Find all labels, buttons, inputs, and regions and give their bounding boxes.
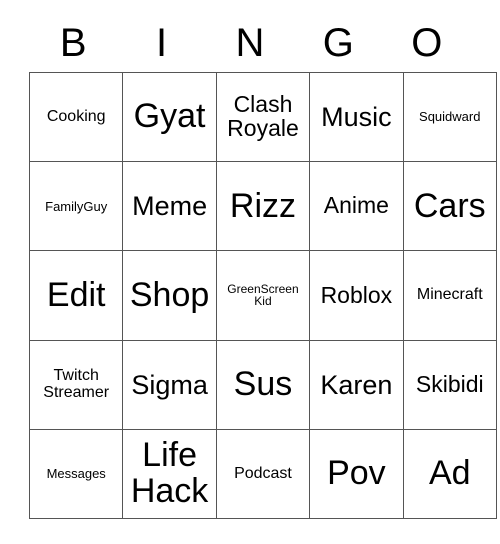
bingo-cell-label: Sus <box>233 364 293 403</box>
bingo-cell-label: Life Hack <box>130 436 209 510</box>
bingo-cell[interactable]: Messages <box>28 428 124 519</box>
bingo-cell-label: Cars <box>413 186 486 225</box>
bingo-cell-label: Messages <box>46 466 106 482</box>
bingo-cell[interactable]: Music <box>309 71 404 163</box>
bingo-cell-label: Music <box>321 102 392 133</box>
bingo-cell[interactable]: GreenScreen Kid <box>215 250 311 341</box>
bingo-cell[interactable]: Twitch Streamer <box>28 339 124 430</box>
bingo-cell-label: Ad <box>428 454 471 493</box>
bingo-cell-label: Karen <box>320 369 393 400</box>
bingo-cell[interactable]: Karen <box>309 339 404 430</box>
bingo-row: Edit Shop GreenScreen Kid Roblox Minecra… <box>28 250 497 341</box>
bingo-cell[interactable]: Sigma <box>122 339 217 430</box>
bingo-cell-label: Minecraft <box>416 286 483 304</box>
bingo-cell[interactable]: Edit <box>28 250 124 341</box>
bingo-cell[interactable]: Minecraft <box>402 250 497 341</box>
bingo-header-letter-b: B <box>59 21 87 65</box>
bingo-cell[interactable]: FamilyGuy <box>28 161 124 252</box>
bingo-header-letter-n: N <box>235 21 265 65</box>
bingo-cell-label: Anime <box>323 192 389 219</box>
bingo-cell-label: Pov <box>327 454 386 493</box>
bingo-header: B I N G O <box>29 14 471 72</box>
bingo-cell[interactable]: Gyat <box>122 71 217 163</box>
bingo-cell[interactable]: Cooking <box>28 71 124 163</box>
bingo-cell[interactable]: Sus <box>215 339 311 430</box>
bingo-cell-label: Cooking <box>46 107 106 125</box>
bingo-cell-label: Edit <box>46 275 106 314</box>
bingo-cell-label: Roblox <box>320 281 393 308</box>
bingo-cell[interactable]: Rizz <box>215 161 311 252</box>
bingo-cell-label: Clash Royale <box>227 91 299 142</box>
bingo-card: B I N G O Cooking Gyat Clash Royale Musi… <box>28 14 497 519</box>
bingo-cell-label: Meme <box>132 191 208 222</box>
bingo-cell-label: Twitch Streamer <box>43 367 110 401</box>
bingo-cell[interactable]: Squidward <box>402 71 497 163</box>
bingo-cell-label: Shop <box>129 275 210 314</box>
bingo-grid: Cooking Gyat Clash Royale Music Squidwar… <box>28 71 497 519</box>
bingo-cell[interactable]: Meme <box>122 161 217 252</box>
bingo-cell[interactable]: Life Hack <box>122 428 217 519</box>
bingo-cell[interactable]: Ad <box>402 428 497 519</box>
bingo-cell[interactable]: Anime <box>309 161 404 252</box>
bingo-cell[interactable]: Clash Royale <box>215 71 311 163</box>
bingo-cell-label: Podcast <box>234 464 292 482</box>
bingo-cell-label: FamilyGuy <box>45 198 108 214</box>
bingo-row: Twitch Streamer Sigma Sus Karen Skibidi <box>28 339 497 430</box>
bingo-cell-label: Skibidi <box>415 370 484 397</box>
bingo-cell-label: Gyat <box>133 97 206 136</box>
bingo-cell-label: Rizz <box>229 186 297 225</box>
bingo-row: Messages Life Hack Podcast Pov Ad <box>28 428 497 519</box>
bingo-cell[interactable]: Podcast <box>215 428 311 519</box>
bingo-header-letter-o: O <box>411 21 443 65</box>
bingo-row: Cooking Gyat Clash Royale Music Squidwar… <box>28 71 497 163</box>
bingo-cell[interactable]: Roblox <box>309 250 404 341</box>
bingo-cell[interactable]: Pov <box>309 428 404 519</box>
bingo-cell-label: Squidward <box>419 109 481 125</box>
bingo-row: FamilyGuy Meme Rizz Anime Cars <box>28 161 497 252</box>
bingo-cell-label: Sigma <box>131 369 208 400</box>
bingo-header-letter-g: G <box>322 21 354 65</box>
bingo-cell[interactable]: Skibidi <box>402 339 497 430</box>
bingo-cell[interactable]: Shop <box>122 250 217 341</box>
bingo-cell-label: GreenScreen Kid <box>227 282 299 309</box>
bingo-cell[interactable]: Cars <box>402 161 497 252</box>
bingo-header-letter-i: I <box>156 21 168 65</box>
